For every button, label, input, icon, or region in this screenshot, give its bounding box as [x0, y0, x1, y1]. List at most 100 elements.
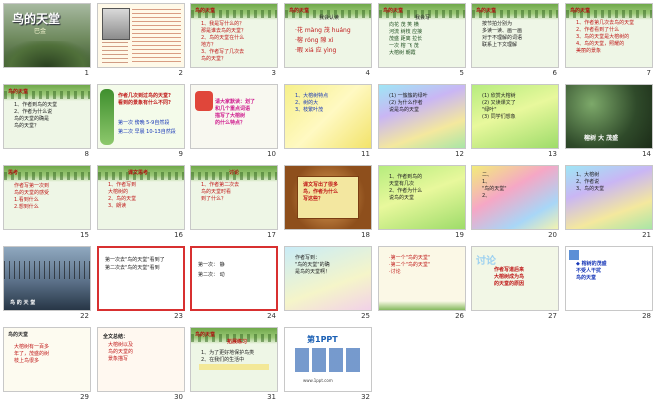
slide-thumbnail-4[interactable]: 鸟的天堂 我会认读 ·花 màng 茂 huáng ·榕 róng 隙 xì ·…: [284, 3, 377, 81]
slide-number: 10: [267, 150, 276, 158]
slide-tag: 鸟的天堂: [195, 8, 216, 14]
slide-number: 20: [548, 231, 557, 239]
slide-subtitle: 巴金: [34, 28, 47, 35]
slide-thumbnail-23[interactable]: 第一次去"鸟的天堂"看到了 第二次去"鸟的天堂"看到 23: [97, 246, 190, 324]
slide-thumbnail-22[interactable]: 鸟 的 天 堂 22: [3, 246, 96, 324]
slide-body-text: 1、为了更好地保护鸟类 2、在我们的生活中: [201, 350, 255, 363]
slide-number: 31: [267, 393, 276, 401]
slide-body-text: 请大家默读：划了 和几个重点词语 描写了大榕树 的什么特点？: [215, 99, 256, 126]
slide-caption: 榕树 大 茂盛: [584, 135, 619, 142]
slide-thumbnail-13[interactable]: (1) 欣赏大榕树 (2) 又读课文了 "绿叶" (3) 同学们想象 13: [471, 84, 564, 162]
slide-number: 8: [84, 150, 89, 158]
slide-number: 19: [455, 231, 464, 239]
slide-thumbnail-32[interactable]: 第1PPT www.1ppt.com 32: [284, 327, 377, 405]
slide-heading: 第1PPT: [307, 335, 338, 344]
slide-thumbnail-20[interactable]: 二、 1、 "鸟的天堂" 2、 20: [471, 165, 564, 243]
decorative-graphic: [195, 91, 213, 111]
slide-body-text: 大榕树以及 鸟的天堂的 景象描写: [108, 342, 134, 362]
slide-thumbnail-21[interactable]: 1、大榕树 2、作者说 3、鸟的天堂 21: [565, 165, 658, 243]
slide-number: 25: [361, 312, 370, 320]
slide-number: 32: [361, 393, 370, 401]
slide-body-text: 1、我是写什么的？ 那是谁去鸟的天堂？ 2、鸟的天堂在什么 地方？ 3、作者写了…: [201, 21, 247, 62]
slide-body-text: 向花 茂 笑 横 河流 树枝 应接 茂盛 距离 拉长 一次 榕 飞 茂 大榕树 …: [389, 22, 423, 56]
slide-body-text: (1) 一簇簇的绿叶 (2) 为什么作者 说是鸟的天堂: [389, 93, 428, 113]
slide-thumbnail-1[interactable]: 鸟的天堂 巴金 1: [3, 3, 96, 81]
slide-body-text: 作者写第一次到 鸟的天堂的感受 1.看到什么 2.想到什么: [14, 183, 50, 210]
slide-body-text: 1、大榕树特点 2、树的大 3、枝繁叶茂: [295, 93, 329, 113]
slide-thumbnail-29[interactable]: 鸟的天堂 大榕树有一百多 年了，茂盛的树 枝上鸟很多 29: [3, 327, 96, 405]
slide-heading: 全文总结：: [103, 334, 129, 340]
slide-number: 13: [548, 150, 557, 158]
slide-number: 3: [271, 69, 276, 77]
slide-thumbnail-28[interactable]: ◆ 榕树的茂盛 不受人干扰 鸟的天堂 28: [565, 246, 658, 324]
slide-number: 4: [365, 69, 370, 77]
slide-thumbnail-9[interactable]: 作者几次到过鸟的天堂? 看到的景象有什么不同? 第一次 傍晚 5-9自然段 第二…: [97, 84, 190, 162]
slide-body-text: 1、作者第几次去鸟的天堂 2、作者看到了什么 3、鸟的天堂是大榕树的 4、鸟的天…: [576, 20, 635, 54]
slide-number: 18: [361, 231, 370, 239]
slide-thumbnail-14[interactable]: 榕树 大 茂盛 14: [565, 84, 658, 162]
slide-heading: 拓展练习: [227, 339, 248, 345]
slide-thumbnail-12[interactable]: (1) 一簇簇的绿叶 (2) 为什么作者 说是鸟的天堂 12: [378, 84, 471, 162]
slide-body-text: 二、 1、 "鸟的天堂" 2、: [482, 172, 507, 199]
slide-number: 15: [80, 231, 89, 239]
slide-number: 27: [548, 312, 557, 320]
slide-number: 16: [174, 231, 183, 239]
slide-thumbnail-24[interactable]: 第一次： 静 第二次： 动 24: [190, 246, 283, 324]
slide-thumbnail-11[interactable]: 1、大榕树特点 2、树的大 3、枝繁叶茂 11: [284, 84, 377, 162]
slide-body-text: (1) 欣赏大榕树 (2) 又读课文了 "绿叶" (3) 同学们想象: [482, 93, 516, 120]
logo-grid: [295, 348, 363, 372]
slide-thumbnail-27[interactable]: 讨论 作者写道后来 大榕树成为鸟 的天堂的原因 27: [471, 246, 564, 324]
slide-body-text: 1、作者第二次去 鸟的天堂时看 到了什么？: [201, 182, 240, 202]
slide-thumbnail-31[interactable]: 鸟的天堂 拓展练习 1、为了更好地保护鸟类 2、在我们的生活中 31: [190, 327, 283, 405]
slide-number: 1: [84, 69, 89, 77]
slide-thumbnail-15[interactable]: 思考 作者写第一次到 鸟的天堂的感受 1.看到什么 2.想到什么 15: [3, 165, 96, 243]
tree-image: [4, 41, 90, 67]
slide-thumbnail-7[interactable]: 鸟的天堂 1、作者第几次去鸟的天堂 2、作者看到了什么 3、鸟的天堂是大榕树的 …: [565, 3, 658, 81]
slide-thumbnail-30[interactable]: 全文总结： 大榕树以及 鸟的天堂的 景象描写 30: [97, 327, 190, 405]
slide-number: 28: [642, 312, 651, 320]
slide-body-text: 1、大榕树 2、作者说 3、鸟的天堂: [576, 172, 605, 192]
slide-thumbnail-8[interactable]: 鸟的天堂 1、作者到鸟的天堂 2、作者为什么说 鸟的天堂的确是 鸟的天堂？ 8: [3, 84, 96, 162]
slide-thumbnail-3[interactable]: 鸟的天堂 1、我是写什么的？ 那是谁去鸟的天堂？ 2、鸟的天堂在什么 地方？ 3…: [190, 3, 283, 81]
slide-number: 5: [459, 69, 464, 77]
slide-number: 30: [174, 393, 183, 401]
slide-body-text: 第一次去"鸟的天堂"看到了 第二次去"鸟的天堂"看到: [105, 257, 165, 271]
slide-number: 24: [267, 312, 276, 320]
slide-heading: 我会写: [415, 15, 431, 21]
slide-thumbnail-18[interactable]: 课文写出了很多 鸟，作者为什么 写这些？ 18: [284, 165, 377, 243]
slide-thumbnail-6[interactable]: 鸟的天堂 按节拍分别为 多读一读、画一画 对于不理解的词语 联系上下文理解 6: [471, 3, 564, 81]
slide-body-text: 大榕树有一百多 年了，茂盛的树 枝上鸟很多: [14, 344, 50, 364]
palm-tree-image: [100, 89, 114, 145]
slide-number: 2: [178, 69, 183, 77]
slide-thumbnail-25[interactable]: 作者写到： "鸟的天堂"的确 是鸟的天堂啊！ 25: [284, 246, 377, 324]
slide-number: 6: [552, 69, 557, 77]
slide-tag: 讨论: [229, 170, 240, 176]
slide-body-text: ◆ 榕树的茂盛 不受人干扰 鸟的天堂: [576, 261, 607, 281]
slide-tag: 鸟的天堂: [570, 8, 591, 14]
slide-heading: 我会认读: [319, 15, 340, 21]
slide-thumbnail-10[interactable]: 请大家默读：划了 和几个重点词语 描写了大榕树 的什么特点？ 10: [190, 84, 283, 162]
slide-number: 11: [361, 150, 370, 158]
slide-heading: 讨论: [476, 256, 496, 267]
slide-tag: 鸟的天堂: [8, 332, 29, 338]
slide-thumbnail-16[interactable]: 课文思考 1、作者写到 大榕树的 2、鸟的天堂 3、朗读 16: [97, 165, 190, 243]
slide-thumbnail-2[interactable]: 2: [97, 3, 190, 81]
slide-heading: 作者几次到过鸟的天堂? 看到的景象有什么不同?: [118, 93, 171, 106]
author-portrait: [102, 8, 130, 40]
slide-tag: 鸟的天堂: [8, 89, 29, 95]
slide-body-text: 1、作者写到 大榕树的 2、鸟的天堂 3、朗读: [108, 182, 137, 209]
bio-text-block: [132, 9, 181, 64]
slide-body-text: 课文写出了很多 鸟，作者为什么 写这些？: [303, 182, 339, 202]
slide-number: 9: [178, 150, 183, 158]
slide-number: 22: [80, 312, 89, 320]
slide-thumbnail-5[interactable]: 鸟的天堂 我会写 向花 茂 笑 横 河流 树枝 应接 茂盛 距离 拉长 一次 榕…: [378, 3, 471, 81]
slide-number: 17: [267, 231, 276, 239]
slide-body-text: 1、作者到鸟的 天堂有几次 2、作者为什么 说鸟的天堂: [389, 174, 423, 201]
slide-body-text: 1、作者到鸟的天堂 2、作者为什么说 鸟的天堂的确是 鸟的天堂？: [14, 102, 58, 129]
slide-body-text: ·第一个"鸟的天堂" ·第二个"鸟的天堂" ·讨论: [389, 255, 431, 275]
slide-thumbnail-17[interactable]: 讨论 1、作者第二次去 鸟的天堂时看 到了什么？ 17: [190, 165, 283, 243]
slide-number: 7: [646, 69, 651, 77]
slide-thumbnail-26[interactable]: ·第一个"鸟的天堂" ·第二个"鸟的天堂" ·讨论 26: [378, 246, 471, 324]
slide-tag: 鸟的天堂: [195, 332, 216, 338]
slide-thumbnail-19[interactable]: 1、作者到鸟的 天堂有几次 2、作者为什么 说鸟的天堂 19: [378, 165, 471, 243]
